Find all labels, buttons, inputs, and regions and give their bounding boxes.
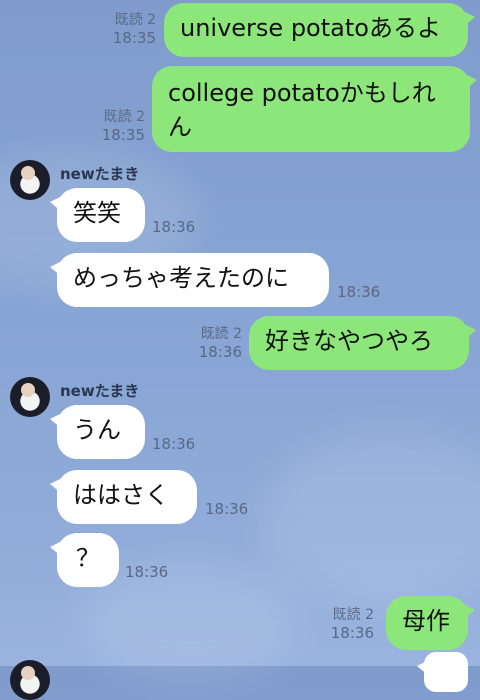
outgoing-message[interactable]: 母作 (386, 596, 475, 650)
outgoing-message[interactable]: universe potatoあるよ (164, 3, 475, 57)
read-receipt: 既読 2 (200, 326, 242, 342)
message-meta: 既読 2 18:35 (102, 108, 145, 144)
sender-name: newたまき (60, 382, 140, 400)
read-receipt: 既読 2 (114, 12, 156, 28)
message-text: ？ (76, 544, 100, 572)
incoming-message[interactable]: ははさく (50, 470, 197, 524)
incoming-message[interactable]: うん (50, 405, 145, 459)
timestamp: 18:36 (152, 435, 196, 453)
outgoing-message[interactable]: college potatoかもしれ ん (152, 66, 477, 152)
avatar[interactable] (10, 660, 50, 700)
message-text: めっちゃ考えたのに (73, 264, 289, 292)
timestamp: 18:36 (125, 563, 169, 581)
message-meta: 既読 2 18:36 (331, 606, 374, 642)
sender-name: newたまき (60, 165, 140, 183)
incoming-message-partial[interactable] (417, 652, 468, 692)
timestamp: 18:36 (205, 500, 249, 518)
timestamp: 18:35 (112, 29, 156, 47)
timestamp: 18:36 (330, 624, 374, 642)
message-meta: 既読 2 18:35 (113, 11, 156, 47)
read-receipt: 既読 2 (103, 109, 145, 125)
timestamp: 18:35 (101, 126, 145, 144)
avatar[interactable] (10, 377, 50, 417)
message-text: 好きなやつやろ (265, 327, 433, 355)
avatar[interactable] (10, 160, 50, 200)
message-meta: 既読 2 18:36 (199, 325, 242, 361)
message-text-line: ん (168, 113, 192, 141)
message-text: universe potatoあるよ (180, 14, 441, 42)
message-text: ははさく (73, 481, 169, 509)
incoming-message[interactable]: 笑笑 (50, 188, 145, 242)
timestamp: 18:36 (198, 343, 242, 361)
timestamp: 18:36 (337, 283, 381, 301)
message-text-line: college potatoかもしれ (168, 79, 436, 107)
message-text: 母作 (402, 607, 450, 635)
incoming-message[interactable]: ？ (50, 533, 119, 587)
message-text: うん (73, 416, 121, 444)
message-text: 笑笑 (73, 199, 121, 227)
outgoing-message[interactable]: 好きなやつやろ (249, 316, 476, 370)
timestamp: 18:36 (152, 218, 196, 236)
read-receipt: 既読 2 (332, 607, 374, 623)
incoming-message[interactable]: めっちゃ考えたのに (50, 253, 329, 307)
